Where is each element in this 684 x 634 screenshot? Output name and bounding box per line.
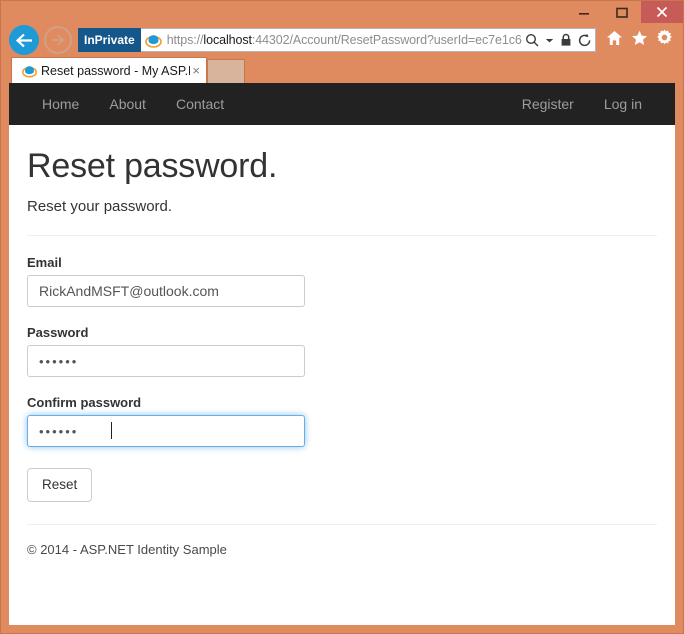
- browser-toolbar: InPrivate https://localhost:44302/Accoun…: [1, 23, 683, 57]
- page-content: Reset password. Reset your password. Ema…: [9, 147, 675, 557]
- page-title: Reset password.: [27, 147, 278, 185]
- reset-button[interactable]: Reset: [27, 468, 93, 502]
- tab-favicon-icon: [20, 64, 38, 78]
- gear-icon: [657, 29, 672, 45]
- minimize-button[interactable]: [565, 1, 603, 23]
- footer-divider: [27, 523, 657, 525]
- url-scheme: https://: [166, 33, 204, 47]
- reset-password-form: Email Password Confirm password Reset: [27, 236, 657, 502]
- search-icon: [525, 33, 539, 47]
- browser-window: InPrivate https://localhost:44302/Accoun…: [0, 0, 684, 634]
- back-button[interactable]: [9, 25, 39, 55]
- tab-reset-password[interactable]: Reset password - My ASP.N... ×: [11, 57, 207, 83]
- home-icon: [606, 30, 623, 45]
- new-tab-button[interactable]: [207, 59, 245, 83]
- password-label: Password: [27, 325, 89, 340]
- tab-title: Reset password - My ASP.N...: [41, 63, 190, 78]
- nav-links-right: Register Log in: [507, 83, 657, 125]
- nav-item-contact[interactable]: Contact: [161, 83, 239, 125]
- text-cursor: [111, 422, 112, 439]
- title-bar: [1, 1, 683, 23]
- footer-copyright: © 2014 - ASP.NET Identity Sample: [27, 541, 227, 557]
- minimize-icon: [579, 13, 589, 15]
- url-text: https://localhost:44302/Account/ResetPas…: [165, 33, 522, 47]
- password-input[interactable]: [27, 345, 305, 377]
- confirm-password-wrap: [27, 415, 305, 447]
- email-label: Email: [27, 255, 62, 270]
- page-viewport: Home About Contact Register Log in Reset…: [9, 83, 675, 625]
- toolbar-icons: [596, 29, 677, 51]
- address-bar[interactable]: InPrivate https://localhost:44302/Accoun…: [78, 28, 596, 52]
- nav-item-register[interactable]: Register: [507, 83, 589, 125]
- nav-item-home[interactable]: Home: [27, 83, 94, 125]
- email-input[interactable]: [27, 275, 305, 307]
- confirm-password-field-group: Confirm password: [27, 395, 657, 447]
- chevron-down-icon: [545, 38, 554, 42]
- nav-links-left: Home About Contact: [27, 83, 239, 125]
- password-field-group: Password: [27, 325, 657, 377]
- nav-item-about[interactable]: About: [94, 83, 161, 125]
- ie-logo-icon: [143, 33, 165, 48]
- security-lock-button[interactable]: [557, 33, 575, 47]
- window-controls: [565, 1, 683, 23]
- forward-arrow-icon: [52, 34, 65, 46]
- page-subtitle: Reset your password.: [27, 198, 173, 215]
- tab-close-icon[interactable]: ×: [190, 64, 200, 77]
- search-dropdown-button[interactable]: [542, 37, 557, 44]
- search-button[interactable]: [522, 33, 542, 47]
- confirm-password-label: Confirm password: [27, 395, 142, 410]
- tab-strip: Reset password - My ASP.N... ×: [1, 57, 683, 83]
- close-button[interactable]: [641, 1, 683, 23]
- refresh-icon: [578, 33, 591, 46]
- settings-button[interactable]: [656, 29, 673, 51]
- padlock-icon: [561, 33, 571, 46]
- email-field-group: Email: [27, 255, 657, 307]
- forward-button[interactable]: [44, 26, 72, 54]
- close-icon: [656, 6, 668, 18]
- nav-item-login[interactable]: Log in: [589, 83, 657, 125]
- favorites-button[interactable]: [631, 30, 648, 51]
- url-host: localhost: [203, 33, 252, 47]
- home-button[interactable]: [606, 30, 623, 51]
- site-navigation-bar: Home About Contact Register Log in: [9, 83, 675, 125]
- maximize-button[interactable]: [603, 1, 641, 23]
- star-icon: [631, 30, 648, 45]
- confirm-password-input[interactable]: [27, 415, 305, 447]
- inprivate-badge: InPrivate: [78, 28, 141, 52]
- maximize-icon: [616, 7, 628, 18]
- url-path: :44302/Account/ResetPassword?userId=ec7e…: [251, 33, 522, 47]
- refresh-button[interactable]: [575, 33, 595, 48]
- back-arrow-icon: [15, 33, 32, 47]
